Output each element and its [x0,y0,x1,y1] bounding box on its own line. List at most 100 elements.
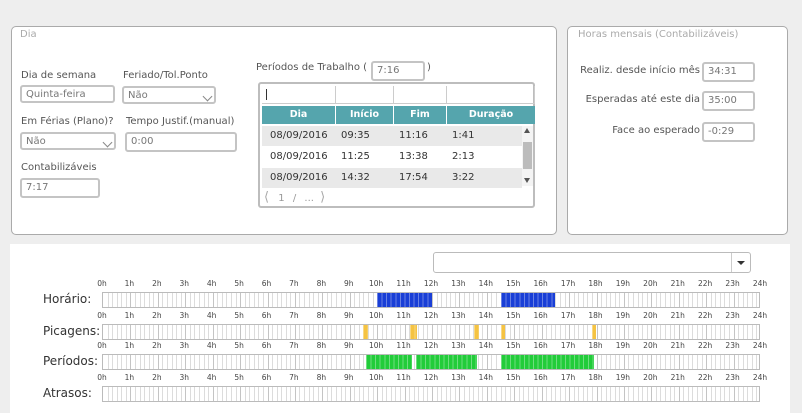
timeline-tick [610,355,612,369]
timeline-tick [144,355,146,369]
column-header-dia[interactable]: Dia [262,106,336,124]
timeline-tick [724,387,726,401]
timeline-segment[interactable] [501,355,594,369]
column-header-duracao[interactable]: Duração [447,106,535,124]
timeline-tick [477,387,479,401]
table-row[interactable]: 08/09/2016 11:25 13:38 2:13 [262,147,522,167]
hour-label: 13h [451,341,466,350]
timeline-tick [729,293,730,307]
timeline-segment[interactable] [363,325,368,339]
column-header-inicio[interactable]: Início [336,106,394,124]
face-field[interactable]: -0:29 [702,122,755,142]
timeline-bar-periodos [102,354,760,370]
timeline-tick [217,355,219,369]
timeline-tick [125,325,127,339]
timeline-tick [486,355,488,369]
timeline-tick [404,387,406,401]
timeline-tick [710,387,712,401]
realiz-field[interactable]: 34:31 [702,62,755,82]
timeline-tick [605,387,607,401]
scroll-down-icon[interactable] [524,178,530,183]
esperadas-field[interactable]: 35:00 [702,91,755,111]
filter-dia-input[interactable] [262,86,336,104]
timeline-tick [491,325,493,339]
timeline-tick [249,355,251,369]
ferias-select[interactable]: Não [20,132,116,150]
horas-panel-title: Horas mensais (Contabilizáveis) [578,29,739,40]
timeline-tick [272,355,274,369]
timeline-tick [459,293,461,307]
timeline-tick [258,355,260,369]
timeline-segment[interactable] [410,325,417,339]
hour-label: 23h [725,279,740,288]
timeline-segment[interactable] [365,355,412,369]
timeline-tick [363,387,365,401]
grid-scrollbar[interactable] [522,126,533,186]
hour-label: 5h [234,341,244,350]
timeline-tick [555,293,557,307]
periodos-total-field[interactable]: 7:16 [371,61,425,81]
timeline-tick [678,355,680,369]
timeline-tick [116,355,118,369]
tempo-justif-field[interactable]: 0:00 [125,132,237,152]
timeline-tick [441,293,443,307]
filter-duracao-input[interactable] [447,86,535,104]
filter-inicio-input[interactable] [336,86,394,104]
timeline-tick [655,325,657,339]
filter-fim-input[interactable] [394,86,447,104]
table-row[interactable]: 08/09/2016 09:35 11:16 1:41 [262,126,522,146]
timeline-tick [299,325,301,339]
timeline-tick [527,325,529,339]
timeline-tick [262,293,264,307]
dropdown-arrow-icon[interactable] [731,253,750,272]
feriado-select-value: Não [128,90,148,101]
hour-label: 1h [124,311,135,320]
timeline-tick [258,325,260,339]
timeline-tick [665,325,667,339]
scroll-up-icon[interactable] [524,128,530,133]
timeline-tick [518,325,520,339]
timeline-tick [272,387,274,401]
timeline-segment[interactable] [500,293,556,307]
hour-label: 3h [179,311,190,320]
timeline-tick [436,293,438,307]
pager-prev-icon[interactable]: ⟨ [264,190,269,205]
timeline-tick [107,325,109,339]
timeline-segment[interactable] [592,325,597,339]
hour-label: 9h [343,373,354,382]
hour-label: 19h [615,279,631,288]
timeline-segment[interactable] [500,325,505,339]
timeline-tick [441,325,443,339]
timeline-tick [304,387,306,401]
timeline-tick [413,355,415,369]
timeline-tick [244,387,246,401]
timeline-tick [299,293,301,307]
timeline-tick [112,387,114,401]
hour-label: 6h [261,373,272,382]
dia-semana-field[interactable]: Quinta-feira [20,85,115,103]
timeline-tick [486,293,488,307]
timeline-tick [477,355,479,369]
timeline-dropdown[interactable] [433,252,751,273]
timeline-segment[interactable] [474,325,479,339]
contabilizaveis-field[interactable]: 7:17 [20,178,100,198]
timeline-tick [601,387,603,401]
hour-label: 16h [533,311,548,320]
cell-fim: 17:54 [399,172,428,183]
hour-label: 17h [560,373,576,382]
timeline-tick [665,387,667,401]
horas-panel: Horas mensais (Contabilizáveis) Realiz. … [567,26,788,235]
timeline-tick [249,325,251,339]
timeline-tick [230,325,232,339]
timeline-segment[interactable] [416,355,477,369]
timeline-segment[interactable] [377,293,432,307]
timeline-tick [719,293,721,307]
timeline-tick [683,325,685,339]
column-header-fim[interactable]: Fim [394,106,447,124]
pager-next-icon[interactable]: ⟩ [320,190,325,205]
scroll-thumb[interactable] [523,142,532,169]
timeline-tick [226,355,228,369]
feriado-select[interactable]: Não [122,86,216,104]
hour-label: 15h [506,279,521,288]
table-row[interactable]: 08/09/2016 14:32 17:54 3:22 [262,168,522,188]
